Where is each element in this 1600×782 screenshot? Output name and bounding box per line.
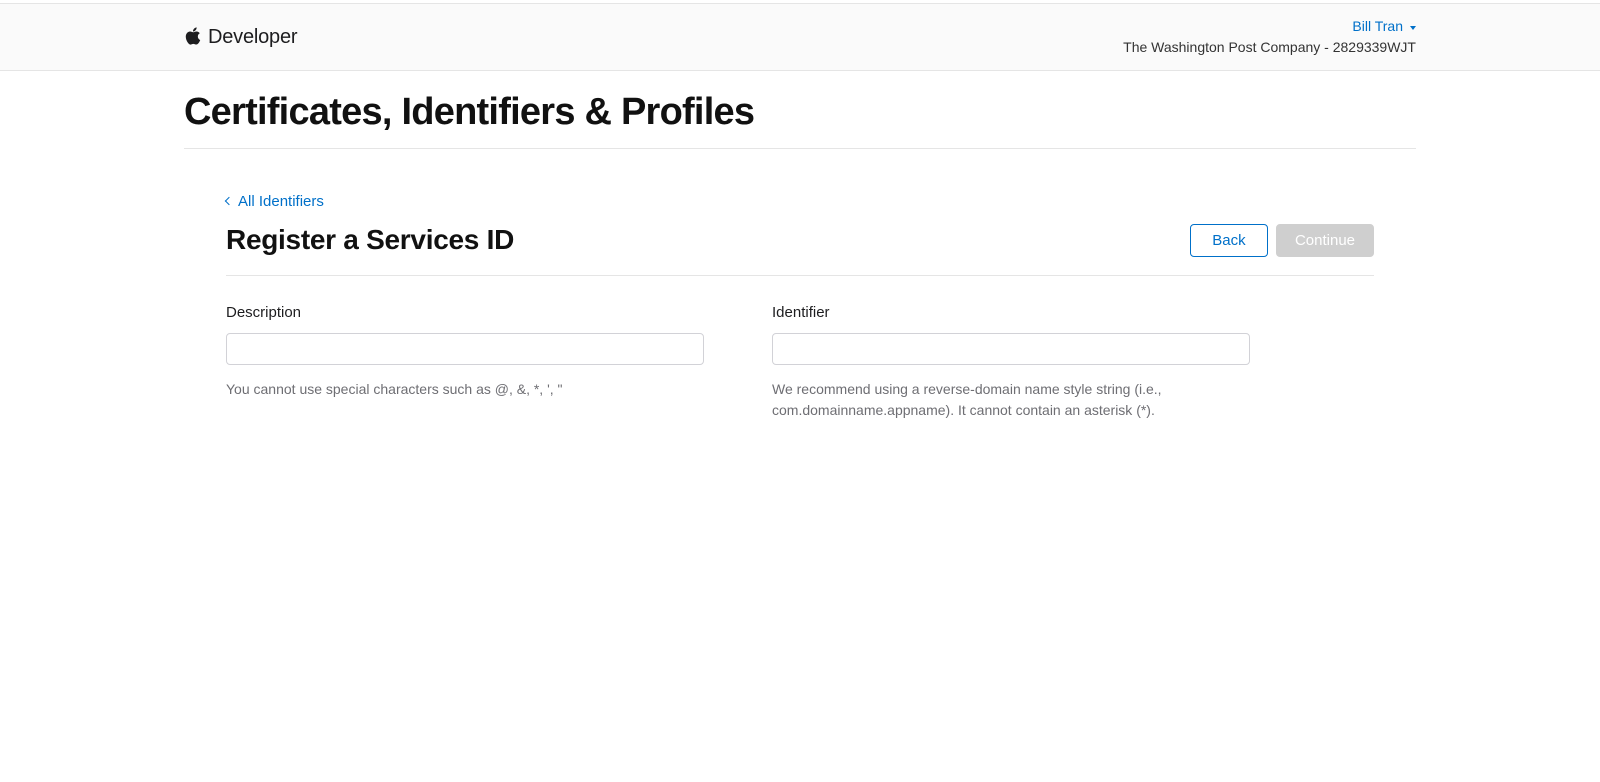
description-label: Description: [226, 304, 704, 321]
form-row: Description You cannot use special chara…: [226, 304, 1374, 422]
section-title-wrap: Certificates, Identifiers & Profiles: [184, 71, 1416, 149]
breadcrumb: All Identifiers: [226, 191, 1374, 210]
identifier-hint: We recommend using a reverse-domain name…: [772, 379, 1250, 422]
description-hint: You cannot use special characters such a…: [226, 379, 704, 401]
brand-text: Developer: [208, 26, 297, 49]
page-title: Register a Services ID: [226, 224, 514, 256]
all-identifiers-link[interactable]: All Identifiers: [226, 193, 324, 210]
page-header-row: Register a Services ID Back Continue: [226, 224, 1374, 276]
description-column: Description You cannot use special chara…: [226, 304, 704, 422]
account-block: Bill Tran The Washington Post Company - …: [1123, 16, 1416, 58]
identifier-label: Identifier: [772, 304, 1250, 321]
continue-button[interactable]: Continue: [1276, 224, 1374, 257]
apple-logo-icon: [184, 26, 202, 46]
account-name-dropdown[interactable]: Bill Tran: [1352, 16, 1416, 37]
section-title: Certificates, Identifiers & Profiles: [184, 91, 1416, 134]
chevron-left-icon: [225, 197, 233, 205]
back-button[interactable]: Back: [1190, 224, 1268, 257]
identifier-column: Identifier We recommend using a reverse-…: [772, 304, 1250, 422]
breadcrumb-label: All Identifiers: [238, 193, 324, 210]
account-org-label: The Washington Post Company - 2829339WJT: [1123, 37, 1416, 58]
identifier-input[interactable]: [772, 333, 1250, 365]
chevron-down-icon: [1410, 26, 1416, 30]
description-input[interactable]: [226, 333, 704, 365]
developer-brand[interactable]: Developer: [184, 26, 297, 49]
global-header: Developer Bill Tran The Washington Post …: [0, 4, 1600, 71]
account-name-label: Bill Tran: [1352, 16, 1403, 37]
button-row: Back Continue: [1190, 224, 1374, 257]
